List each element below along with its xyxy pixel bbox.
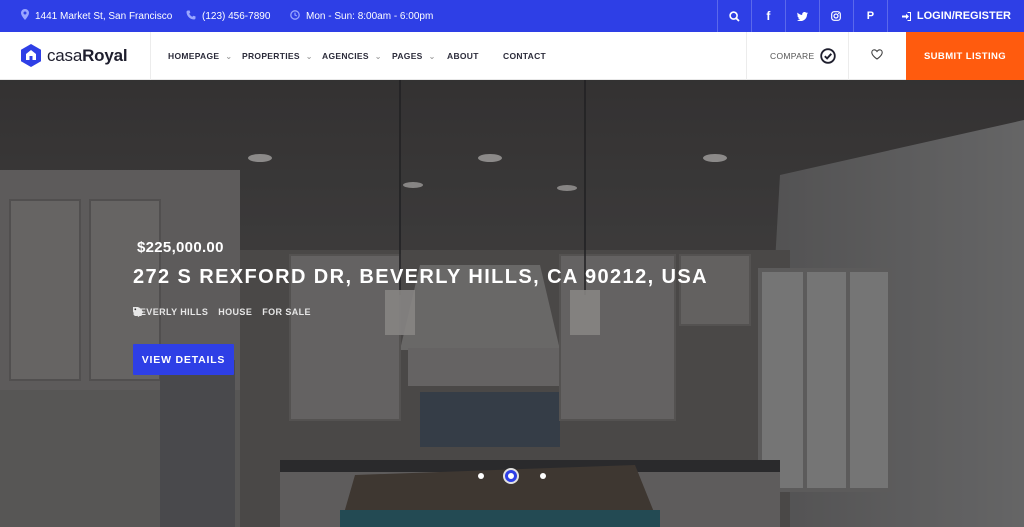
top-bar: 1441 Market St, San Francisco (123) 456-… (0, 0, 1024, 32)
brand-name-bold: Royal (82, 45, 128, 65)
hero-overlay (0, 80, 1024, 527)
login-register-link[interactable]: LOGIN/REGISTER (886, 0, 1024, 32)
chevron-down-icon: ⌄ (305, 51, 313, 61)
main-navbar: casaRoyal HOMEPAGE ⌄ PROPERTIES ⌄ AGENCI… (0, 32, 1024, 80)
nav-item-contact[interactable]: CONTACT (503, 51, 563, 61)
heart-icon (871, 49, 883, 60)
pinterest-icon: P (866, 10, 875, 22)
tag-icon (133, 307, 143, 317)
property-price: $225,000.00 (137, 239, 224, 256)
twitter-icon (796, 11, 808, 21)
facebook-link[interactable]: f (750, 0, 785, 32)
phone-text: (123) 456-7890 (202, 10, 271, 22)
submit-listing-button[interactable]: SUBMIT LISTING (906, 32, 1024, 80)
facebook-icon: f (766, 9, 771, 23)
view-details-button[interactable]: VIEW DETAILS (133, 344, 234, 375)
nav-item-pages[interactable]: PAGES ⌄ (392, 51, 447, 61)
tag-status[interactable]: FOR SALE (133, 307, 311, 317)
slider-dot-active[interactable] (505, 470, 517, 482)
search-icon (729, 10, 740, 22)
chevron-down-icon: ⌄ (428, 51, 436, 61)
check-circle-icon (820, 48, 837, 64)
hours-text: Mon - Sun: 8:00am - 6:00pm (306, 10, 434, 22)
phone-icon (186, 10, 196, 23)
view-details-label: VIEW DETAILS (141, 353, 226, 366)
slider-pagination (478, 470, 546, 482)
slider-dot[interactable] (540, 473, 546, 479)
chevron-down-icon: ⌄ (225, 51, 233, 61)
nav-item-properties[interactable]: PROPERTIES ⌄ (242, 51, 322, 61)
address-text: 1441 Market St, San Francisco (35, 10, 173, 22)
submit-listing-label: SUBMIT LISTING (923, 50, 1007, 62)
hero-slider: $225,000.00 272 S REXFORD DR, BEVERLY HI… (0, 80, 1024, 527)
tag-label: BEVERLY HILLS (133, 307, 209, 317)
nav-item-label: ABOUT (447, 51, 479, 61)
search-button[interactable] (716, 0, 751, 32)
twitter-link[interactable] (784, 0, 819, 32)
login-register-label: LOGIN/REGISTER (916, 10, 1011, 22)
nav-item-agencies[interactable]: AGENCIES ⌄ (322, 51, 392, 61)
nav-divider (150, 32, 151, 80)
slider-dot[interactable] (478, 473, 484, 479)
brand-name-light: casa (47, 45, 83, 65)
nav-item-label: CONTACT (503, 51, 547, 61)
hours-info: Mon - Sun: 8:00am - 6:00pm (290, 0, 433, 32)
brand-logo[interactable]: casaRoyal (21, 44, 128, 67)
favorites-button[interactable] (871, 48, 883, 63)
compare-button[interactable]: COMPARE (770, 32, 837, 80)
tag-location[interactable]: BEVERLY HILLS (133, 307, 208, 317)
nav-item-label: AGENCIES (322, 51, 369, 61)
address-info: 1441 Market St, San Francisco (21, 0, 172, 32)
property-address: 272 S REXFORD DR, BEVERLY HILLS, CA 9021… (133, 266, 708, 288)
instagram-link[interactable] (818, 0, 853, 32)
nav-item-about[interactable]: ABOUT (447, 51, 503, 61)
phone-info[interactable]: (123) 456-7890 (186, 0, 270, 32)
nav-item-label: PAGES (392, 51, 423, 61)
nav-divider (848, 32, 849, 80)
topbar-actions: f P LOGIN/REGISTER (716, 0, 1024, 32)
sign-in-icon (901, 11, 911, 21)
location-pin-icon (21, 9, 29, 23)
clock-icon (290, 9, 300, 23)
chevron-down-icon: ⌄ (374, 51, 382, 61)
primary-menu: HOMEPAGE ⌄ PROPERTIES ⌄ AGENCIES ⌄ PAGES… (168, 32, 563, 80)
nav-divider (746, 32, 747, 80)
logo-icon (21, 44, 41, 67)
tag-label: FOR SALE (262, 307, 311, 317)
tag-label: HOUSE (218, 307, 253, 317)
tag-type[interactable]: HOUSE (133, 307, 253, 317)
nav-item-label: HOMEPAGE (168, 51, 220, 61)
nav-item-label: PROPERTIES (242, 51, 300, 61)
brand-name: casaRoyal (47, 45, 128, 66)
compare-label: COMPARE (770, 51, 815, 61)
nav-item-homepage[interactable]: HOMEPAGE ⌄ (168, 51, 242, 61)
instagram-icon (831, 11, 842, 21)
pinterest-link[interactable]: P (852, 0, 887, 32)
property-tags: BEVERLY HILLS HOUSE FOR SALE (133, 307, 311, 317)
